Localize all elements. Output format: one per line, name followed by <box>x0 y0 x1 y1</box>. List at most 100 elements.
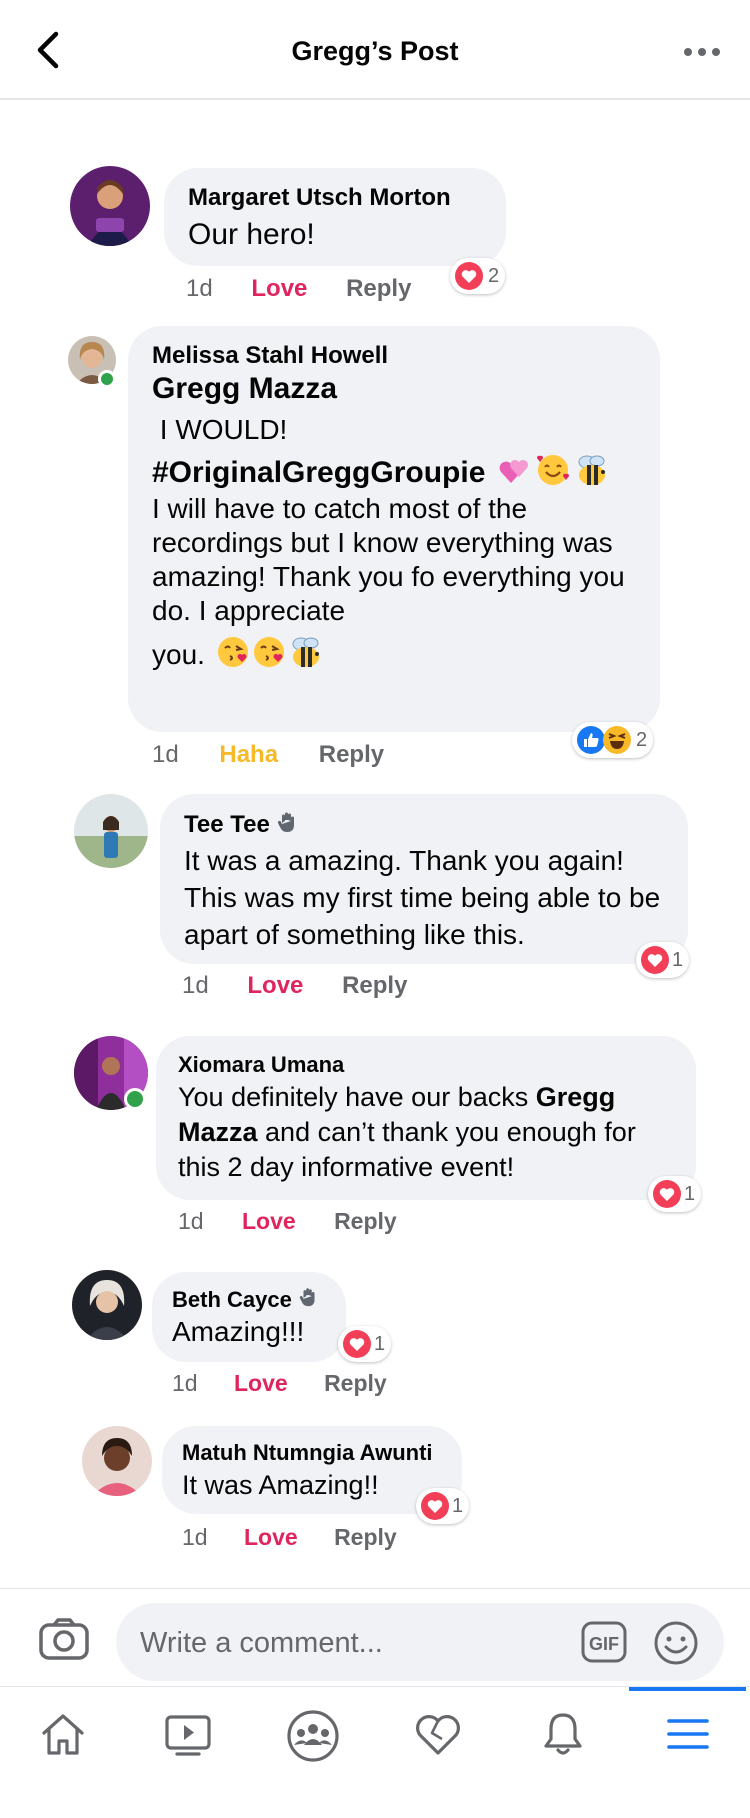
tab-home[interactable] <box>0 1687 125 1818</box>
comment-actions: 1d Love Reply <box>182 972 407 1000</box>
comment-author[interactable]: Matuh Ntumngia Awunti <box>182 1440 433 1466</box>
love-button[interactable]: Love <box>247 972 303 1000</box>
comment-author[interactable]: Melissa Stahl Howell <box>152 342 388 370</box>
comment-input-placeholder: Write a comment... <box>140 1627 383 1659</box>
gif-button[interactable]: GIF <box>580 1620 628 1664</box>
menu-icon <box>666 1719 709 1749</box>
love-button[interactable]: Love <box>251 275 307 303</box>
notifications-icon <box>543 1713 582 1755</box>
online-status-dot <box>124 1088 146 1110</box>
mention-link[interactable]: Mazza <box>178 1117 258 1147</box>
reply-button[interactable]: Reply <box>346 275 411 303</box>
comment-author[interactable]: Margaret Utsch Morton <box>188 184 451 212</box>
comment-bubble: Margaret Utsch Morton Our hero! <box>164 168 506 266</box>
reaction-count: 1 <box>672 948 684 971</box>
comment-time: 1d <box>152 741 179 768</box>
comment-bubble: Tee Tee It was a amazing. Thank you agai… <box>160 794 688 964</box>
reaction-summary[interactable]: 2 <box>450 258 506 294</box>
mention-link[interactable]: Gregg <box>536 1082 616 1112</box>
comment-author[interactable]: Tee Tee <box>184 811 270 839</box>
reply-button[interactable]: Reply <box>324 1370 387 1397</box>
tab-notifications[interactable] <box>500 1687 625 1818</box>
avatar[interactable] <box>70 166 150 246</box>
watch-icon <box>164 1715 211 1756</box>
reply-button[interactable]: Reply <box>334 1524 397 1551</box>
comment-bubble: Beth Cayce Amazing!!! <box>152 1272 346 1362</box>
tab-groups[interactable] <box>250 1687 375 1818</box>
love-reaction-icon <box>343 1330 371 1358</box>
reaction-summary[interactable]: 2 <box>572 722 654 758</box>
reaction-count: 1 <box>452 1494 464 1517</box>
kissing-face-emoji-icon <box>251 634 287 675</box>
haha-button[interactable]: Haha <box>219 741 278 769</box>
top-bar: Gregg’s Post <box>0 0 750 100</box>
camera-icon[interactable] <box>38 1617 90 1661</box>
reaction-summary[interactable]: 1 <box>416 1488 470 1524</box>
love-button[interactable]: Love <box>242 1208 296 1235</box>
kissing-face-emoji-icon <box>215 634 251 675</box>
haha-reaction-icon <box>603 726 631 754</box>
love-button[interactable]: Love <box>244 1524 298 1551</box>
reply-button[interactable]: Reply <box>319 741 384 769</box>
avatar[interactable] <box>72 1270 142 1340</box>
author-line: Tee Tee <box>184 810 300 839</box>
love-button[interactable]: Love <box>234 1370 288 1397</box>
comment-text: Our hero! <box>188 218 315 251</box>
comment-input[interactable]: Write a comment... GIF <box>116 1603 724 1681</box>
reply-button[interactable]: Reply <box>334 1208 397 1235</box>
more-options-icon[interactable] <box>680 34 724 70</box>
comment-actions: 1d Love Reply <box>186 275 411 303</box>
bottom-tab-bar <box>0 1686 750 1818</box>
hashtag-line: #OriginalGreggGroupie <box>152 452 611 493</box>
comment-text: It was Amazing!! <box>182 1470 379 1500</box>
avatar[interactable] <box>82 1426 152 1496</box>
comment-text: It was a amazing. Thank you again! This … <box>184 845 661 950</box>
reaction-count: 2 <box>636 728 648 751</box>
comment-time: 1d <box>182 1524 208 1550</box>
comment-author[interactable]: Beth Cayce <box>172 1287 292 1313</box>
comment-text: Amazing!!! <box>172 1316 305 1347</box>
author-line: Beth Cayce <box>172 1286 320 1313</box>
tab-dating[interactable] <box>375 1687 500 1818</box>
bee-emoji-icon <box>287 634 325 675</box>
last-line: you. <box>152 634 325 675</box>
reaction-summary[interactable]: 1 <box>636 942 690 978</box>
comment-time: 1d <box>182 972 209 999</box>
love-reaction-icon <box>455 262 483 290</box>
page-title: Gregg’s Post <box>291 36 459 66</box>
comment-text-last: you. <box>152 638 205 670</box>
emoji-icon[interactable] <box>653 1620 699 1666</box>
waving-hand-icon <box>298 1286 320 1313</box>
comment-author[interactable]: Xiomara Umana <box>178 1052 344 1078</box>
tab-watch[interactable] <box>125 1687 250 1818</box>
comment-time: 1d <box>172 1370 198 1396</box>
comment-text: I will have to catch most of the recordi… <box>152 493 625 626</box>
comment-actions: 1d Love Reply <box>172 1370 387 1397</box>
gif-label: GIF <box>589 1634 619 1654</box>
home-icon <box>41 1714 84 1755</box>
reaction-count: 1 <box>684 1182 696 1205</box>
reaction-summary[interactable]: 1 <box>338 1326 392 1362</box>
smiling-face-with-hearts-emoji-icon <box>535 452 571 493</box>
waving-hand-icon <box>276 810 300 839</box>
comment-time: 1d <box>186 275 213 302</box>
love-reaction-icon <box>641 946 669 974</box>
comment-text-line: I WOULD! <box>152 414 288 445</box>
bee-emoji-icon <box>573 452 611 493</box>
reply-button[interactable]: Reply <box>342 972 407 1000</box>
dating-icon <box>415 1715 460 1755</box>
reaction-count: 1 <box>374 1332 386 1355</box>
heart-emoji-icon <box>497 453 531 492</box>
groups-icon <box>286 1710 339 1762</box>
avatar[interactable] <box>74 794 148 868</box>
comment-bubble: Xiomara Umana You definitely have our ba… <box>156 1036 696 1200</box>
reaction-count: 2 <box>488 264 500 287</box>
comment-time: 1d <box>178 1208 204 1234</box>
online-status-dot <box>98 370 116 388</box>
comment-actions: 1d Love Reply <box>178 1208 397 1235</box>
comment-actions: 1d Love Reply <box>182 1524 397 1551</box>
mention-link[interactable]: Gregg Mazza <box>152 372 337 406</box>
hashtag-link[interactable]: #OriginalGreggGroupie <box>152 456 485 490</box>
tab-menu[interactable] <box>625 1687 750 1818</box>
reaction-summary[interactable]: 1 <box>648 1176 702 1212</box>
